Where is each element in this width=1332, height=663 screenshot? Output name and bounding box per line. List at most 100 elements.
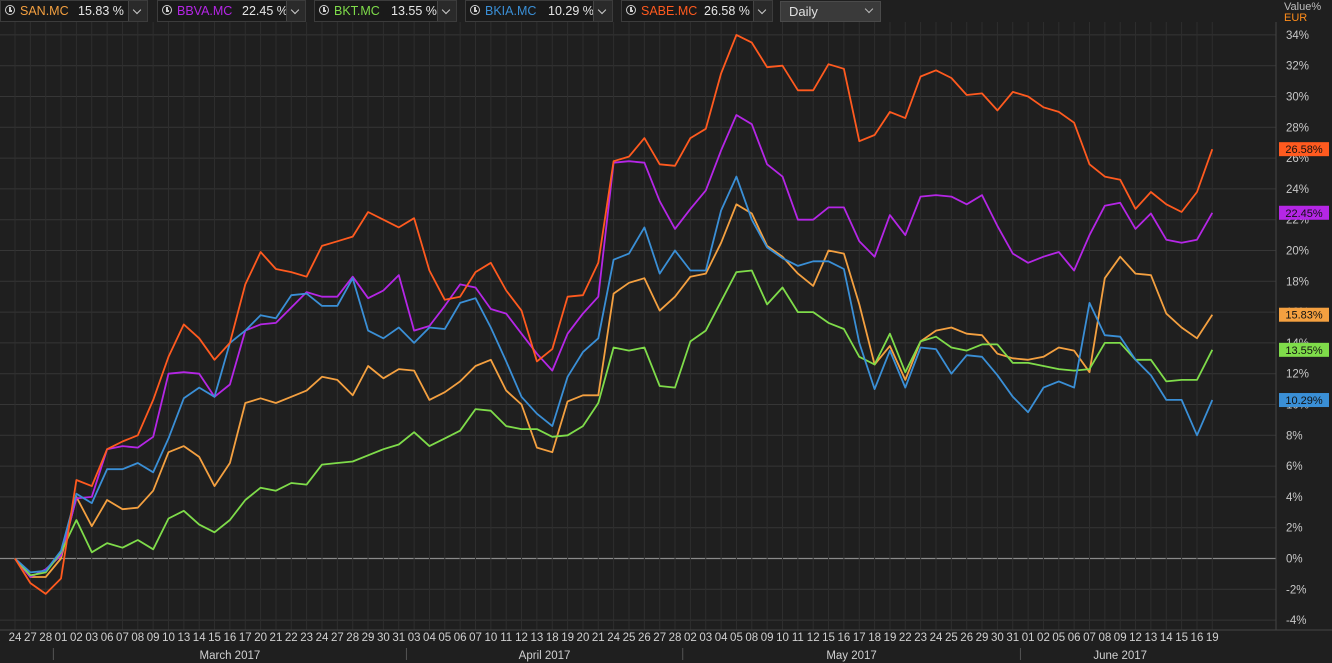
x-tick-label: 12 (807, 632, 820, 644)
x-tick-label: 22 (899, 632, 912, 644)
y-tick-label: 32% (1286, 61, 1309, 73)
x-tick-label: 24 (316, 632, 329, 644)
y-tick-label: 4% (1286, 492, 1303, 504)
x-tick-label: 18 (868, 632, 881, 644)
x-tick-label: 12 (1129, 632, 1142, 644)
x-tick-label: 19 (1206, 632, 1219, 644)
x-tick-label: 28 (346, 632, 359, 644)
x-tick-label: 20 (577, 632, 590, 644)
x-tick-label: 11 (500, 632, 512, 644)
last-value-label: 26.58% (1285, 144, 1323, 156)
last-value-label: 13.55% (1285, 345, 1323, 357)
x-tick-label: 10 (162, 632, 175, 644)
y-tick-label: 20% (1286, 246, 1309, 258)
x-tick-label: 03 (408, 632, 421, 644)
x-tick-label: 24 (607, 632, 620, 644)
x-tick-label: 27 (653, 632, 666, 644)
x-tick-label: 25 (623, 632, 636, 644)
x-tick-label: 16 (224, 632, 237, 644)
x-tick-label: 08 (1098, 632, 1111, 644)
month-label: April 2017 (519, 650, 571, 662)
x-tick-label: 27 (331, 632, 344, 644)
x-tick-label: 13 (531, 632, 544, 644)
x-tick-label: 21 (270, 632, 283, 644)
x-tick-label: 05 (438, 632, 451, 644)
x-tick-label: 15 (208, 632, 221, 644)
x-tick-label: 02 (684, 632, 697, 644)
month-label: June 2017 (1093, 650, 1147, 662)
last-value-label: 10.29% (1285, 395, 1323, 407)
x-tick-label: 04 (715, 632, 728, 644)
x-tick-label: 05 (730, 632, 743, 644)
x-tick-label: 24 (9, 632, 22, 644)
x-tick-label: 25 (945, 632, 958, 644)
y-tick-label: 8% (1286, 430, 1303, 442)
x-tick-label: 08 (131, 632, 144, 644)
x-tick-label: 17 (853, 632, 866, 644)
y-tick-label: 6% (1286, 461, 1303, 473)
x-tick-label: 01 (1022, 632, 1035, 644)
y-tick-label: 28% (1286, 122, 1309, 134)
x-tick-label: 31 (392, 632, 405, 644)
x-tick-label: 22 (285, 632, 298, 644)
x-tick-label: 24 (930, 632, 943, 644)
x-tick-label: 16 (1191, 632, 1204, 644)
x-tick-label: 14 (193, 632, 206, 644)
x-tick-label: 07 (116, 632, 129, 644)
x-tick-label: 06 (101, 632, 114, 644)
x-tick-label: 15 (1175, 632, 1188, 644)
x-tick-label: 06 (1068, 632, 1081, 644)
x-tick-label: 30 (991, 632, 1004, 644)
x-tick-label: 14 (1160, 632, 1173, 644)
line-chart[interactable]: -4%-2%0%2%4%6%8%10%12%14%16%18%20%22%24%… (0, 0, 1332, 663)
x-tick-label: 23 (914, 632, 927, 644)
x-tick-label: 16 (838, 632, 851, 644)
y-tick-label: -4% (1286, 615, 1306, 627)
x-tick-label: 31 (1006, 632, 1019, 644)
y-tick-label: 34% (1286, 30, 1309, 42)
x-tick-label: 15 (822, 632, 835, 644)
x-tick-label: 26 (960, 632, 973, 644)
x-tick-label: 26 (638, 632, 651, 644)
x-tick-label: 13 (1145, 632, 1158, 644)
x-tick-label: 29 (976, 632, 989, 644)
x-tick-label: 10 (484, 632, 497, 644)
x-tick-label: 02 (1037, 632, 1050, 644)
y-tick-label: 12% (1286, 369, 1309, 381)
y-tick-label: 0% (1286, 554, 1303, 566)
x-tick-label: 08 (745, 632, 758, 644)
x-tick-label: 19 (884, 632, 897, 644)
x-tick-label: 21 (592, 632, 605, 644)
x-tick-label: 09 (1114, 632, 1127, 644)
x-tick-label: 30 (377, 632, 390, 644)
y-tick-label: 30% (1286, 92, 1309, 104)
x-tick-label: 03 (85, 632, 98, 644)
x-tick-label: 10 (776, 632, 789, 644)
x-tick-label: 29 (362, 632, 375, 644)
x-tick-label: 09 (147, 632, 160, 644)
y-tick-label: -2% (1286, 584, 1306, 596)
x-tick-label: 03 (699, 632, 712, 644)
x-tick-label: 17 (239, 632, 252, 644)
x-tick-label: 19 (561, 632, 574, 644)
x-tick-label: 05 (1052, 632, 1065, 644)
x-tick-label: 12 (515, 632, 528, 644)
x-tick-label: 11 (792, 632, 804, 644)
month-label: May 2017 (826, 650, 877, 662)
last-value-label: 22.45% (1285, 208, 1323, 220)
month-label: March 2017 (200, 650, 261, 662)
x-tick-label: 04 (423, 632, 436, 644)
x-tick-label: 18 (546, 632, 559, 644)
y-tick-label: 18% (1286, 276, 1309, 288)
y-tick-label: 2% (1286, 523, 1303, 535)
x-tick-label: 02 (70, 632, 83, 644)
x-tick-label: 06 (454, 632, 467, 644)
x-tick-label: 13 (177, 632, 190, 644)
y-tick-label: 24% (1286, 184, 1309, 196)
x-tick-label: 07 (1083, 632, 1096, 644)
x-tick-label: 28 (39, 632, 52, 644)
x-tick-label: 07 (469, 632, 482, 644)
last-value-label: 15.83% (1285, 310, 1323, 322)
x-tick-label: 27 (24, 632, 37, 644)
x-tick-label: 01 (55, 632, 68, 644)
